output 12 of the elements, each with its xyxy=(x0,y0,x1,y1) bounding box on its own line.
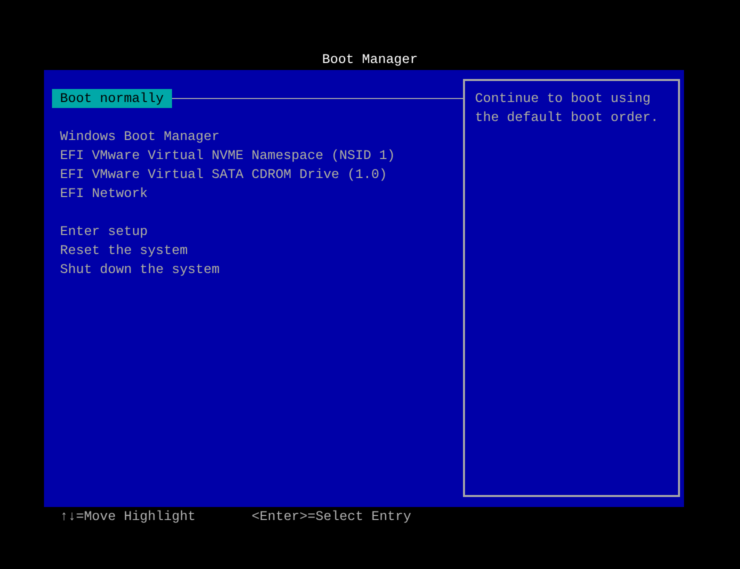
boot-menu-item[interactable]: Boot normally xyxy=(52,89,172,108)
boot-menu-item[interactable]: Shut down the system xyxy=(52,260,228,279)
key-hint: ↑↓=Move Highlight xyxy=(60,508,196,526)
help-text: Continue to boot using the default boot order. xyxy=(475,90,660,127)
screen-title: Boot Manager xyxy=(322,51,418,69)
boot-menu-item[interactable]: Enter setup xyxy=(52,222,156,241)
boot-menu-item[interactable]: Reset the system xyxy=(52,241,196,260)
boot-menu-item[interactable]: EFI Network xyxy=(52,184,156,203)
boot-menu-item[interactable]: Windows Boot Manager xyxy=(52,127,228,146)
boot-menu-item[interactable]: EFI VMware Virtual SATA CDROM Drive (1.0) xyxy=(52,165,396,184)
key-hint: <Enter>=Select Entry xyxy=(252,508,412,526)
boot-menu-item[interactable]: EFI VMware Virtual NVME Namespace (NSID 1) xyxy=(52,146,404,165)
